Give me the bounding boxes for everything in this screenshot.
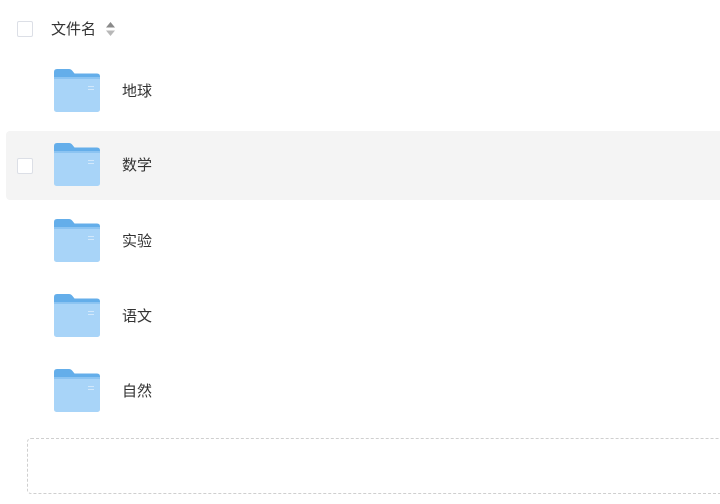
file-list: 文件名 地球 数学 实验 语文 自然 bbox=[0, 0, 720, 504]
folder-name[interactable]: 地球 bbox=[122, 81, 152, 101]
folder-name[interactable]: 语文 bbox=[122, 306, 152, 326]
upload-dropzone[interactable] bbox=[27, 438, 720, 494]
folder-name[interactable]: 自然 bbox=[122, 381, 152, 401]
folder-icon bbox=[54, 69, 100, 112]
list-item[interactable]: 数学 bbox=[6, 131, 720, 200]
folder-icon bbox=[54, 294, 100, 337]
list-item[interactable]: 实验 bbox=[6, 207, 720, 276]
row-checkbox[interactable] bbox=[17, 158, 33, 174]
sort-icon[interactable] bbox=[106, 22, 115, 36]
list-item[interactable]: 地球 bbox=[6, 57, 720, 126]
folder-name[interactable]: 数学 bbox=[122, 155, 152, 175]
select-all-checkbox[interactable] bbox=[17, 21, 33, 37]
list-header: 文件名 bbox=[0, 0, 720, 58]
folder-icon bbox=[54, 219, 100, 262]
list-item[interactable]: 自然 bbox=[6, 357, 720, 426]
folder-icon bbox=[54, 143, 100, 186]
folder-name[interactable]: 实验 bbox=[122, 231, 152, 251]
filename-column-header[interactable]: 文件名 bbox=[51, 19, 96, 39]
list-item[interactable]: 语文 bbox=[6, 282, 720, 351]
folder-icon bbox=[54, 369, 100, 412]
